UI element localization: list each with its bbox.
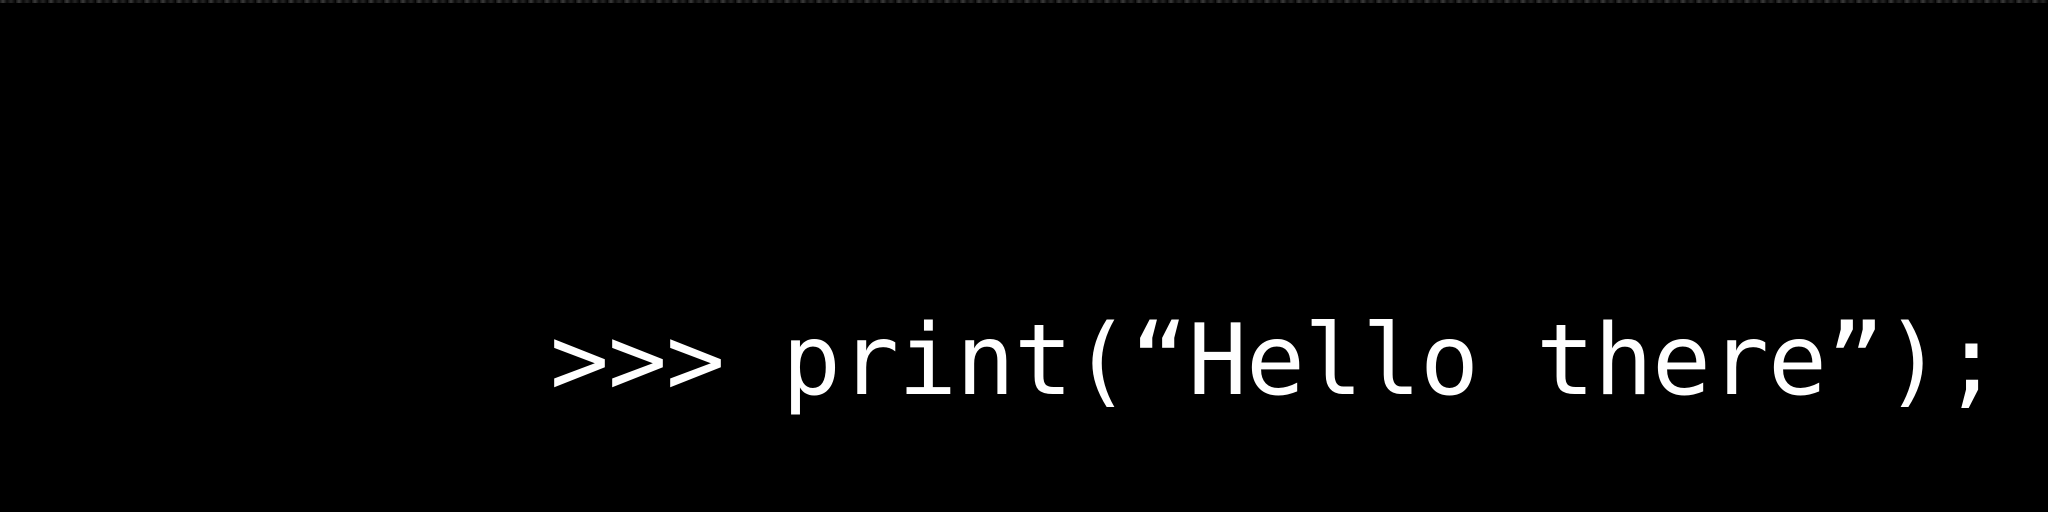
terminal-screen: >>> print(“Hello there”); [0,0,2048,512]
top-edge-artifact [0,0,2048,3]
prompt-symbol: >>> [550,304,725,418]
code-line: >>> print(“Hello there”); [318,196,2001,416]
python-command: print(“Hello there”); [782,304,2001,418]
